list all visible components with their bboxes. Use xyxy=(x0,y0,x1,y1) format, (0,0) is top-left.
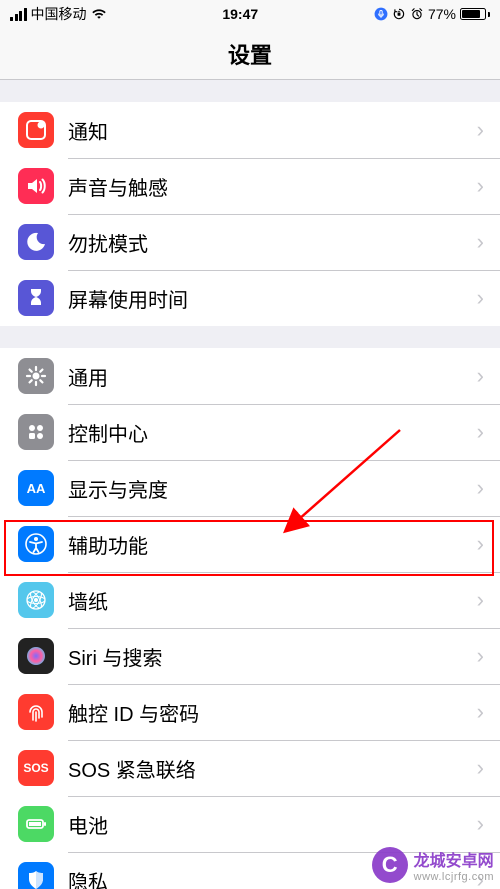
mic-indicator-icon xyxy=(374,7,388,21)
notifications-icon xyxy=(18,112,54,148)
row-sounds[interactable]: 声音与触感 › xyxy=(0,158,500,214)
display-icon: AA xyxy=(18,470,54,506)
status-time: 19:47 xyxy=(222,6,258,22)
screentime-icon xyxy=(18,280,54,316)
status-bar: 中国移动 19:47 77% xyxy=(0,0,500,28)
chevron-right-icon: › xyxy=(477,363,484,389)
privacy-icon xyxy=(18,862,54,889)
row-label: 声音与触感 xyxy=(68,172,477,201)
siri-icon xyxy=(18,638,54,674)
dnd-icon xyxy=(18,224,54,260)
wallpaper-icon xyxy=(18,582,54,618)
row-battery[interactable]: 电池 › xyxy=(0,796,500,852)
row-label: 通知 xyxy=(68,116,477,145)
carrier-label: 中国移动 xyxy=(31,4,87,24)
chevron-right-icon: › xyxy=(477,587,484,613)
row-screentime[interactable]: 屏幕使用时间 › xyxy=(0,270,500,326)
row-display[interactable]: AA 显示与亮度 › xyxy=(0,460,500,516)
watermark-text: 龙城安卓网 xyxy=(414,847,494,871)
chevron-right-icon: › xyxy=(477,229,484,255)
row-label: 勿扰模式 xyxy=(68,228,477,257)
row-label: Siri 与搜索 xyxy=(68,642,477,671)
row-notifications[interactable]: 通知 › xyxy=(0,102,500,158)
row-label: 通用 xyxy=(68,362,477,391)
chevron-right-icon: › xyxy=(477,643,484,669)
row-label: 电池 xyxy=(68,810,477,839)
row-label: 墙纸 xyxy=(68,586,477,615)
watermark: C 龙城安卓网 www.lcjrfg.com xyxy=(372,847,494,883)
battery-setting-icon xyxy=(18,806,54,842)
settings-group-2: 通用 › 控制中心 › AA 显示与亮度 › 辅助功能 › 墙纸 › Siri … xyxy=(0,348,500,889)
row-label: 显示与亮度 xyxy=(68,474,477,503)
row-label: 屏幕使用时间 xyxy=(68,284,477,313)
chevron-right-icon: › xyxy=(477,419,484,445)
row-label: 触控 ID 与密码 xyxy=(68,698,477,727)
chevron-right-icon: › xyxy=(477,475,484,501)
row-label: SOS 紧急联络 xyxy=(68,754,477,783)
chevron-right-icon: › xyxy=(477,117,484,143)
control-center-icon xyxy=(18,414,54,450)
nav-header: 设置 xyxy=(0,28,500,80)
row-sos[interactable]: SOS SOS 紧急联络 › xyxy=(0,740,500,796)
row-dnd[interactable]: 勿扰模式 › xyxy=(0,214,500,270)
battery-icon xyxy=(460,8,490,20)
chevron-right-icon: › xyxy=(477,811,484,837)
row-general[interactable]: 通用 › xyxy=(0,348,500,404)
chevron-right-icon: › xyxy=(477,699,484,725)
chevron-right-icon: › xyxy=(477,173,484,199)
accessibility-icon xyxy=(18,526,54,562)
chevron-right-icon: › xyxy=(477,285,484,311)
row-accessibility[interactable]: 辅助功能 › xyxy=(0,516,500,572)
settings-group-1: 通知 › 声音与触感 › 勿扰模式 › 屏幕使用时间 › xyxy=(0,102,500,326)
row-label: 控制中心 xyxy=(68,418,477,447)
alarm-icon xyxy=(410,7,424,21)
orientation-lock-icon xyxy=(392,7,406,21)
signal-icon xyxy=(10,8,27,21)
watermark-logo: C xyxy=(372,847,408,883)
row-wallpaper[interactable]: 墙纸 › xyxy=(0,572,500,628)
general-icon xyxy=(18,358,54,394)
chevron-right-icon: › xyxy=(477,755,484,781)
row-control-center[interactable]: 控制中心 › xyxy=(0,404,500,460)
page-title: 设置 xyxy=(228,38,272,70)
row-siri[interactable]: Siri 与搜索 › xyxy=(0,628,500,684)
sos-icon: SOS xyxy=(18,750,54,786)
watermark-url: www.lcjrfg.com xyxy=(414,871,494,883)
touchid-icon xyxy=(18,694,54,730)
battery-percent: 77% xyxy=(428,6,456,22)
row-touchid[interactable]: 触控 ID 与密码 › xyxy=(0,684,500,740)
wifi-icon xyxy=(91,8,107,20)
row-label: 辅助功能 xyxy=(68,530,477,559)
chevron-right-icon: › xyxy=(477,531,484,557)
sounds-icon xyxy=(18,168,54,204)
